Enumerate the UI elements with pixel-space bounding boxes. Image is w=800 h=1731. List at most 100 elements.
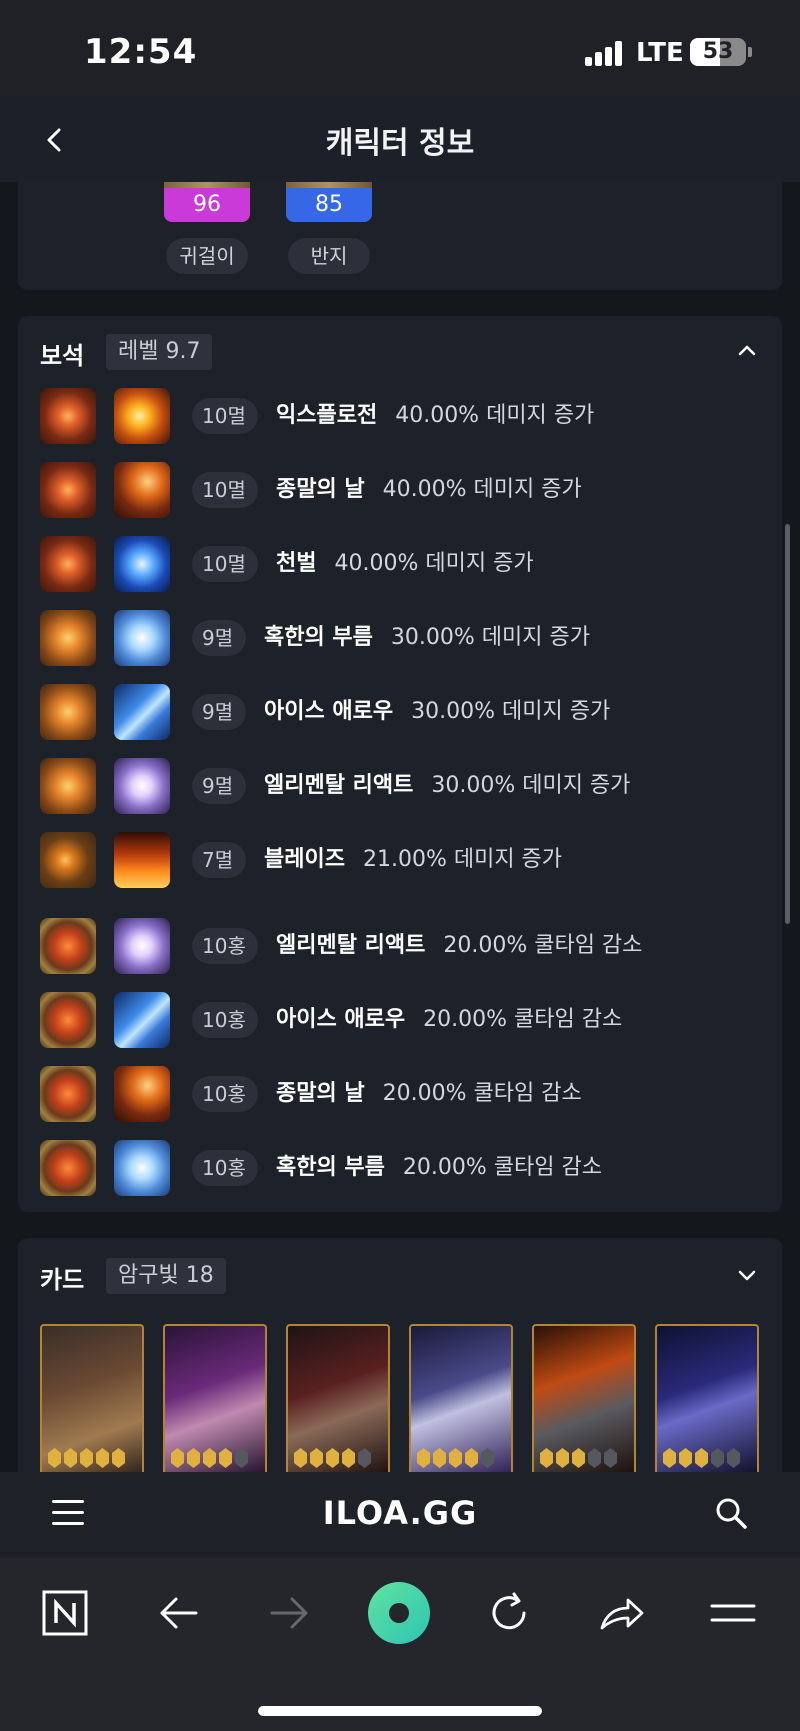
- chevron-down-icon[interactable]: [734, 1262, 760, 1288]
- browser-toolbar: [0, 1558, 800, 1731]
- gem-description: 엘리멘탈 리액트 20.00% 쿨타임 감소: [276, 928, 642, 964]
- ice-arrow-icon: [114, 992, 170, 1048]
- awakening-gem-filled: [449, 1448, 462, 1468]
- app-header: 캐릭터 정보: [0, 96, 800, 182]
- gem-description: 종말의 날 40.00% 데미지 증가: [276, 472, 582, 508]
- gem-effect: 21.00% 데미지 증가: [362, 847, 563, 872]
- card-item[interactable]: [532, 1324, 636, 1472]
- gem-icon: [40, 610, 96, 666]
- gem-level-chip: 9멸: [192, 694, 246, 730]
- back-arrow-icon[interactable]: [154, 1588, 204, 1638]
- awakening-gem-filled: [540, 1448, 553, 1468]
- awakening-gem-filled: [465, 1448, 478, 1468]
- battery-cap: [748, 47, 752, 57]
- card-item[interactable]: [163, 1324, 267, 1472]
- card-awakening-stars: [294, 1448, 384, 1470]
- share-icon[interactable]: [596, 1588, 646, 1638]
- card-awakening-stars: [417, 1448, 507, 1470]
- chevron-up-icon[interactable]: [734, 338, 760, 364]
- card-item[interactable]: [286, 1324, 390, 1472]
- card-item[interactable]: [409, 1324, 513, 1472]
- gem-skill-name: 종말의 날: [276, 1081, 365, 1106]
- gem-icon: [40, 462, 96, 518]
- awakening-gem-filled: [96, 1448, 109, 1468]
- gem-effect: 40.00% 데미지 증가: [334, 551, 534, 576]
- status-bar: 12:54 LTE 53: [0, 0, 800, 96]
- gem-row[interactable]: 10홍 종말의 날 20.00% 쿨타임 감소: [40, 1066, 770, 1122]
- elemental-react-icon: [114, 918, 170, 974]
- gem-skill-name: 천벌: [276, 551, 317, 576]
- awakening-gem-filled: [433, 1448, 446, 1468]
- gem-row[interactable]: 9멸 혹한의 부름 30.00% 데미지 증가: [40, 610, 770, 666]
- gem-level-badge: 레벨 9.7: [106, 334, 213, 370]
- awakening-gem-empty: [727, 1448, 740, 1468]
- green-dot-icon[interactable]: [366, 1580, 432, 1646]
- blaze-icon: [114, 832, 170, 888]
- gem-description: 엘리멘탈 리액트 30.00% 데미지 증가: [264, 768, 630, 804]
- gem-row[interactable]: 10멸 천벌 40.00% 데미지 증가: [40, 536, 770, 592]
- gem-skill-name: 블레이즈: [264, 847, 345, 872]
- accessory-panel: 96 귀걸이 85 반지: [18, 182, 782, 290]
- earring-quality: 96: [164, 188, 250, 222]
- awakening-gem-empty: [588, 1448, 601, 1468]
- gem-skill-name: 아이스 애로우: [264, 699, 394, 724]
- gem-row[interactable]: 10홍 아이스 애로우 20.00% 쿨타임 감소: [40, 992, 770, 1048]
- gem-row[interactable]: 10홍 엘리멘탈 리액트 20.00% 쿨타임 감소: [40, 918, 770, 974]
- card-awakening-stars: [48, 1448, 138, 1470]
- awakening-gem-filled: [326, 1448, 339, 1468]
- card-awakening-stars: [540, 1448, 630, 1470]
- naver-icon[interactable]: [40, 1588, 90, 1638]
- gem-description: 종말의 날 20.00% 쿨타임 감소: [276, 1076, 582, 1112]
- menu-icon[interactable]: [708, 1588, 758, 1638]
- gem-skill-name: 종말의 날: [276, 477, 365, 502]
- gem-skill-name: 아이스 애로우: [276, 1007, 406, 1032]
- gem-icon: [40, 992, 96, 1048]
- gem-row[interactable]: 10홍 혹한의 부름 20.00% 쿨타임 감소: [40, 1140, 770, 1196]
- gem-icon: [40, 388, 96, 444]
- gem-effect: 30.00% 데미지 증가: [390, 625, 590, 650]
- awakening-gem-filled: [64, 1448, 77, 1468]
- earring-label: 귀걸이: [166, 238, 248, 274]
- gem-row[interactable]: 10멸 익스플로전 40.00% 데미지 증가: [40, 388, 770, 444]
- gem-level-chip: 9멸: [192, 768, 246, 804]
- ring-quality: 85: [286, 188, 372, 222]
- gem-skill-name: 혹한의 부름: [276, 1155, 385, 1180]
- doomsday-icon: [114, 1066, 170, 1122]
- card-section-title: 카드: [40, 1266, 85, 1294]
- gem-row[interactable]: 7멸 블레이즈 21.00% 데미지 증가: [40, 832, 770, 888]
- gem-panel: 보석 레벨 9.7 10멸 익스플로전 40.00% 데미지 증가 10멸 종말의 날4…: [18, 316, 782, 1212]
- gem-description: 아이스 애로우 20.00% 쿨타임 감소: [276, 1002, 622, 1038]
- card-item[interactable]: [655, 1324, 759, 1472]
- awakening-gem-filled: [663, 1448, 676, 1468]
- frost-call-icon: [114, 610, 170, 666]
- earring-image: 96: [164, 182, 250, 222]
- reload-icon[interactable]: [484, 1588, 534, 1638]
- gem-description: 혹한의 부름 30.00% 데미지 증가: [264, 620, 590, 656]
- forward-arrow-icon[interactable]: [264, 1588, 314, 1638]
- gem-icon: [40, 918, 96, 974]
- gem-level-chip: 10멸: [192, 472, 258, 508]
- gem-effect: 20.00% 쿨타임 감소: [402, 1155, 602, 1180]
- gem-row[interactable]: 9멸 엘리멘탈 리액트 30.00% 데미지 증가: [40, 758, 770, 814]
- gem-icon: [40, 536, 96, 592]
- gem-description: 혹한의 부름 20.00% 쿨타임 감소: [276, 1150, 602, 1186]
- content-scroll-area[interactable]: 96 귀걸이 85 반지 보석 레벨 9.7 10멸 익스플로전 40.00% 데미…: [0, 182, 800, 1472]
- gem-effect: 40.00% 데미지 증가: [382, 477, 582, 502]
- gem-icon: [40, 684, 96, 740]
- search-icon[interactable]: [714, 1496, 748, 1530]
- awakening-gem-empty: [711, 1448, 724, 1468]
- gem-skill-name: 혹한의 부름: [264, 625, 373, 650]
- card-item[interactable]: [40, 1324, 144, 1472]
- status-time: 12:54: [84, 32, 198, 72]
- awakening-gem-filled: [294, 1448, 307, 1468]
- gem-row[interactable]: 9멸 아이스 애로우 30.00% 데미지 증가: [40, 684, 770, 740]
- site-logo[interactable]: ILOA.GG: [0, 1494, 800, 1532]
- battery-level: 53: [702, 39, 734, 64]
- gem-effect: 20.00% 쿨타임 감소: [382, 1081, 582, 1106]
- card-set-badge: 암구빛 18: [106, 1258, 226, 1294]
- ring-label: 반지: [288, 238, 370, 274]
- gem-row[interactable]: 10멸 종말의 날 40.00% 데미지 증가: [40, 462, 770, 518]
- gem-level-chip: 10홍: [192, 928, 258, 964]
- gem-description: 천벌 40.00% 데미지 증가: [276, 546, 534, 582]
- scrollbar[interactable]: [785, 524, 790, 924]
